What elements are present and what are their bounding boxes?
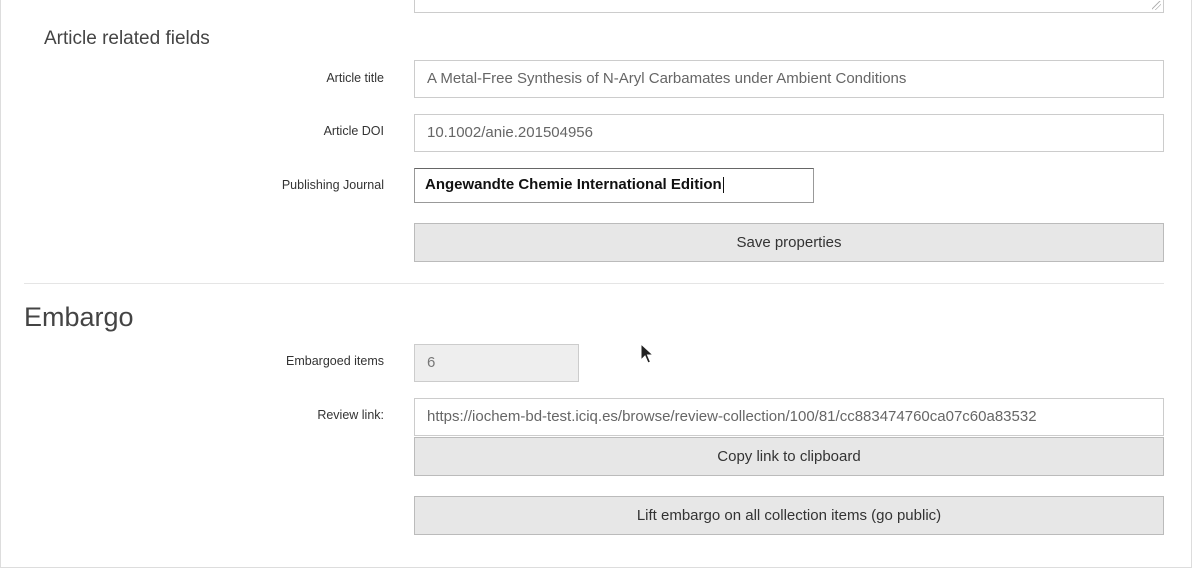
previous-textarea[interactable] [414, 0, 1164, 13]
publishing-journal-input[interactable]: Angewandte Chemie International Edition [414, 168, 814, 203]
text-caret [722, 177, 724, 194]
review-link-input[interactable]: https://iochem-bd-test.iciq.es/browse/re… [414, 398, 1164, 436]
article-title-label: Article title [326, 71, 384, 85]
embargoed-items-field: 6 [414, 344, 579, 382]
article-doi-input[interactable]: 10.1002/anie.201504956 [414, 114, 1164, 152]
save-properties-button[interactable]: Save properties [414, 223, 1164, 262]
resize-grip-icon[interactable] [1152, 1, 1161, 10]
publishing-journal-value: Angewandte Chemie International Edition [425, 176, 722, 193]
article-section-title: Article related fields [44, 28, 210, 49]
publishing-journal-label: Publishing Journal [281, 178, 384, 192]
article-doi-label: Article DOI [323, 124, 384, 138]
embargoed-items-label: Embargoed items [286, 354, 384, 368]
copy-link-button[interactable]: Copy link to clipboard [414, 437, 1164, 476]
section-divider [24, 283, 1164, 284]
embargo-section-title: Embargo [24, 302, 134, 332]
review-link-label: Review link: [317, 408, 384, 422]
lift-embargo-button[interactable]: Lift embargo on all collection items (go… [414, 496, 1164, 535]
mouse-pointer-icon [640, 343, 654, 364]
article-title-input[interactable]: A Metal-Free Synthesis of N-Aryl Carbama… [414, 60, 1164, 98]
